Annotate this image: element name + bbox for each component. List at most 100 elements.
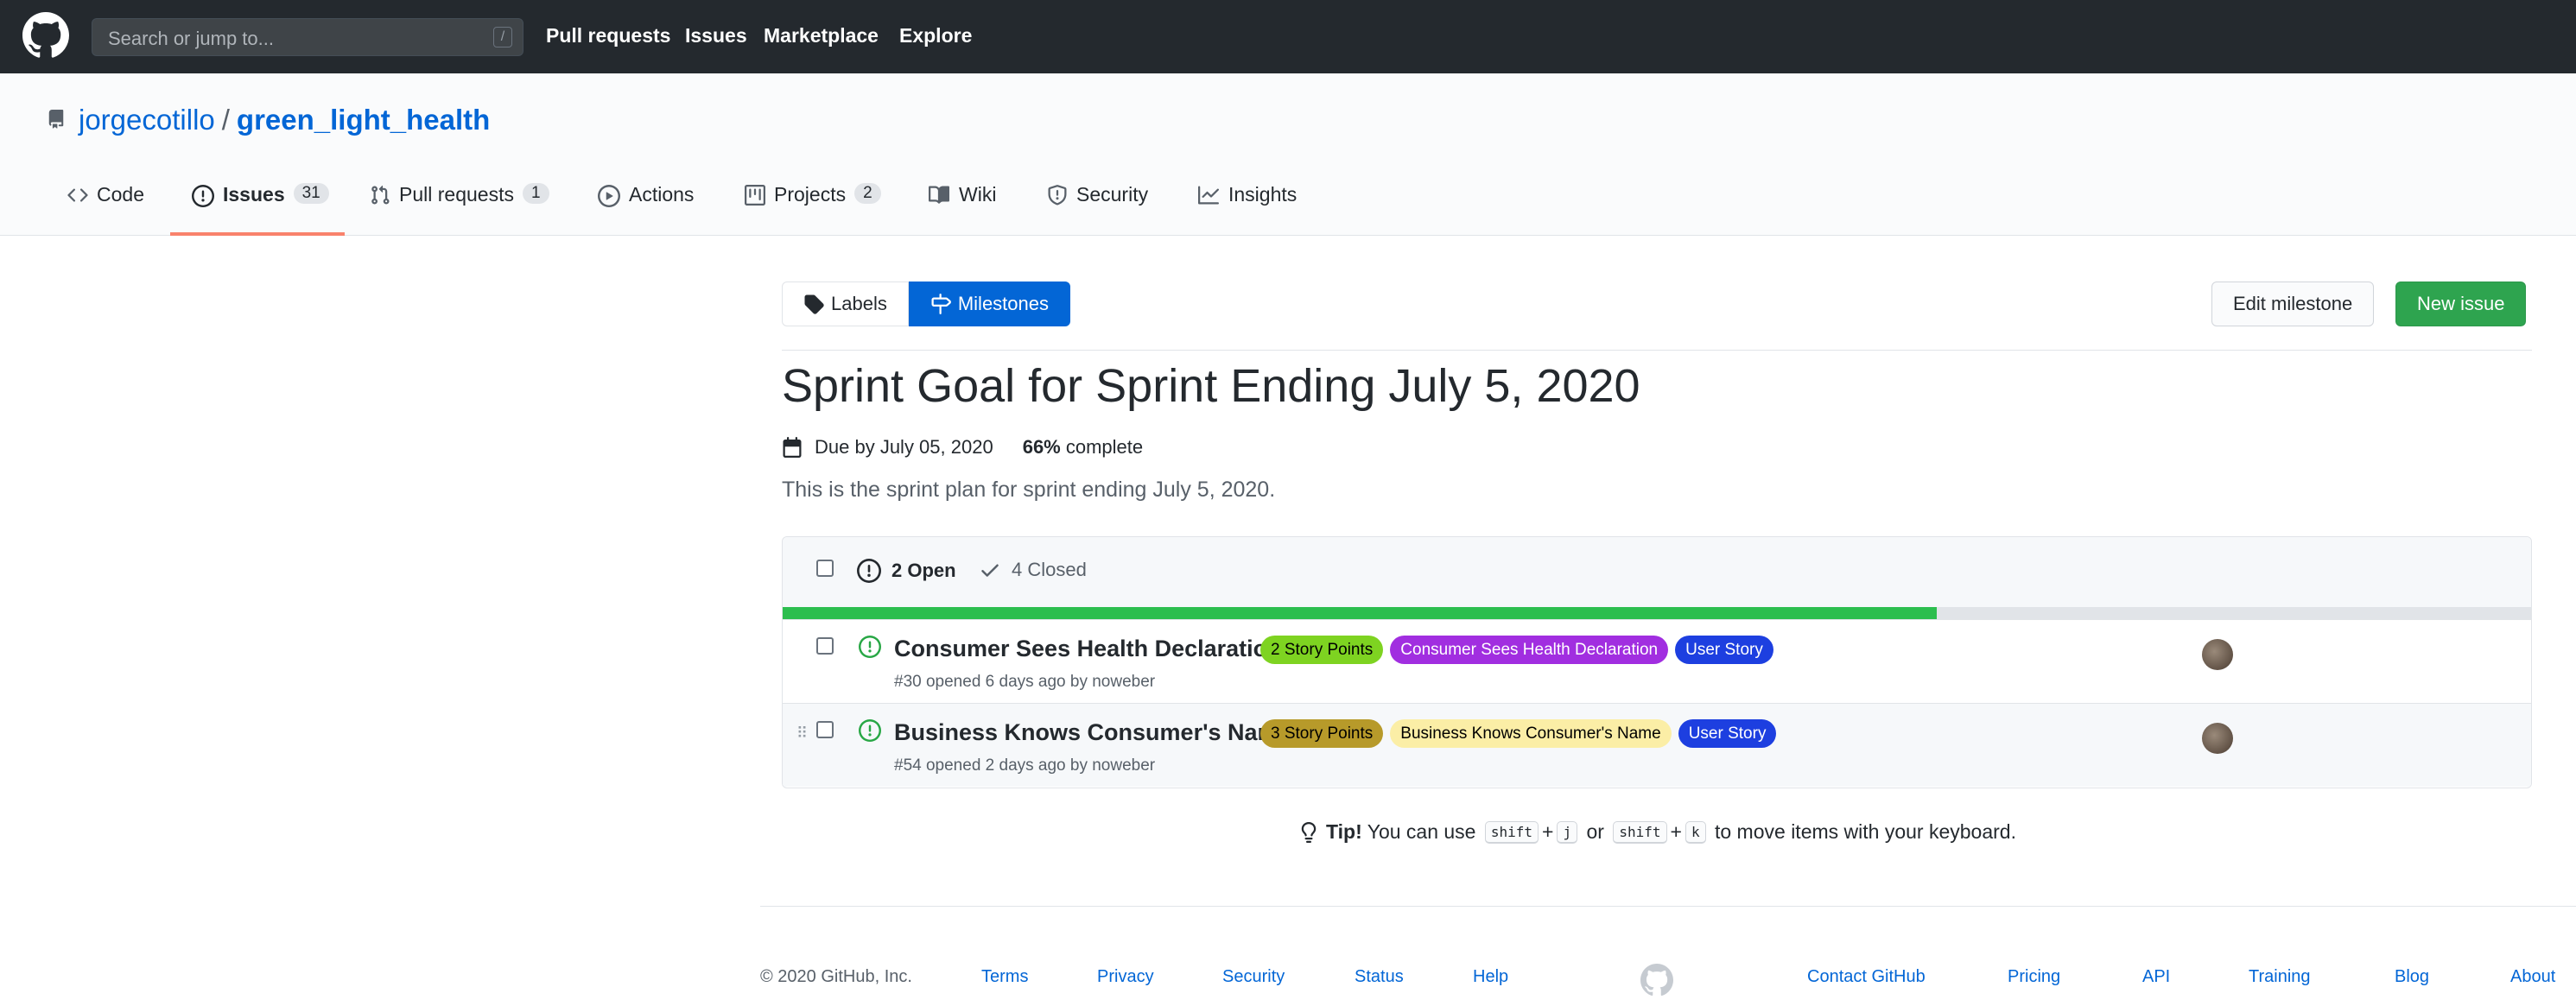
footer-link-status[interactable]: Status	[1355, 967, 1404, 987]
kbd-plus: +	[1542, 820, 1554, 843]
issues-list-header: 2 Open 4 Closed	[783, 537, 2531, 607]
labels-milestones-subnav: Labels Milestones	[782, 282, 1070, 326]
repo-icon	[48, 110, 64, 129]
issue-label[interactable]: 2 Story Points	[1260, 636, 1384, 664]
tab-pull-requests-count: 1	[522, 183, 549, 204]
issue-label[interactable]: Business Knows Consumer's Name	[1390, 719, 1672, 748]
book-icon	[929, 186, 950, 204]
tab-actions-label: Actions	[629, 183, 695, 206]
edit-milestone-button[interactable]: Edit milestone	[2211, 282, 2375, 326]
graph-icon	[1198, 186, 1219, 205]
repo-title: jorgecotillo / green_light_health	[79, 104, 490, 136]
kbd-key: j	[1557, 820, 1578, 844]
issue-row[interactable]: ⠿ Business Knows Consumer's Name 3 Story…	[783, 703, 2531, 787]
tab-actions[interactable]: Actions	[598, 183, 694, 226]
footer-link-security[interactable]: Security	[1222, 967, 1285, 987]
issue-opened-icon	[192, 185, 214, 207]
github-footer-logo-icon[interactable]	[1640, 964, 1673, 997]
milestones-link[interactable]: Milestones	[908, 282, 1070, 326]
footer-copyright: © 2020 GitHub, Inc.	[760, 967, 912, 986]
github-logo-icon[interactable]	[22, 12, 69, 59]
milestone-meta: Due by July 05, 2020 66% complete	[782, 436, 1143, 459]
repo-owner-link[interactable]: jorgecotillo	[79, 104, 215, 136]
nav-explore[interactable]: Explore	[899, 24, 972, 47]
nav-pull-requests[interactable]: Pull requests	[546, 24, 670, 47]
tab-code-label: Code	[97, 183, 144, 206]
nav-issues[interactable]: Issues	[685, 24, 747, 47]
repo-name-link[interactable]: green_light_health	[237, 104, 490, 136]
select-all-checkbox[interactable]	[816, 560, 834, 577]
issue-opened-icon	[859, 719, 881, 742]
project-icon	[745, 185, 765, 206]
tab-pull-requests[interactable]: Pull requests 1	[370, 183, 549, 226]
issue-label[interactable]: 3 Story Points	[1260, 719, 1384, 748]
tab-issues[interactable]: Issues 31	[192, 183, 329, 226]
tag-icon	[804, 294, 824, 314]
labels-label: Labels	[831, 293, 887, 314]
issue-label[interactable]: Consumer Sees Health Declaration	[1390, 636, 1669, 664]
tab-issues-label: Issues	[223, 183, 285, 206]
footer-link-privacy[interactable]: Privacy	[1097, 967, 1154, 987]
milestone-progress-bar	[783, 607, 2531, 619]
tab-security[interactable]: Security	[1047, 183, 1148, 226]
kbd-key: shift	[1484, 820, 1539, 844]
footer-link-training[interactable]: Training	[2249, 967, 2311, 987]
milestone-progress-fill	[783, 607, 1937, 619]
divider	[782, 350, 2532, 351]
issue-labels: 3 Story Points Business Knows Consumer's…	[1260, 719, 1783, 748]
footer-link-contact[interactable]: Contact GitHub	[1807, 967, 1926, 987]
issue-meta: #54 opened 2 days ago by noweber	[894, 756, 1156, 775]
issue-label[interactable]: User Story	[1675, 636, 1773, 664]
issue-checkbox[interactable]	[816, 721, 834, 738]
issue-checkbox[interactable]	[816, 637, 834, 655]
issue-label[interactable]: User Story	[1678, 719, 1777, 748]
check-icon	[981, 564, 999, 577]
milestone-icon	[931, 294, 951, 314]
drag-handle-icon[interactable]: ⠿	[796, 724, 808, 743]
tab-projects[interactable]: Projects 2	[745, 183, 881, 226]
issue-opened-icon	[857, 559, 881, 583]
milestone-description: This is the sprint plan for sprint endin…	[782, 478, 1276, 502]
labels-link[interactable]: Labels	[782, 282, 909, 326]
open-issues-filter[interactable]: 2 Open	[857, 559, 956, 583]
issue-title-link[interactable]: Business Knows Consumer's Name	[894, 719, 1291, 746]
light-bulb-icon	[1301, 821, 1317, 843]
footer-link-pricing[interactable]: Pricing	[2008, 967, 2060, 987]
tab-code[interactable]: Code	[67, 183, 144, 226]
milestone-progress: 66% complete	[1023, 436, 1143, 459]
kbd-plus: +	[1670, 820, 1682, 843]
tab-wiki[interactable]: Wiki	[928, 183, 996, 226]
global-header: Search or jump to... / Pull requests Iss…	[0, 0, 2576, 73]
search-input[interactable]: Search or jump to... /	[92, 18, 523, 56]
milestone-due-date: Due by July 05, 2020	[815, 436, 993, 458]
issue-labels: 2 Story Points Consumer Sees Health Decl…	[1260, 636, 1780, 664]
calendar-icon	[783, 437, 802, 458]
tab-insights[interactable]: Insights	[1197, 183, 1297, 226]
footer-link-terms[interactable]: Terms	[981, 967, 1028, 987]
tip-or: or	[1581, 820, 1610, 843]
keyboard-tip: Tip! You can use shift + j or shift + k to m…	[1298, 820, 2016, 844]
issue-opened-icon	[859, 636, 881, 658]
tip-text-1: You can use	[1361, 820, 1482, 843]
assignee-avatar[interactable]	[2202, 723, 2233, 754]
new-issue-button[interactable]: New issue	[2395, 282, 2527, 326]
issue-row[interactable]: Consumer Sees Health Declaration 2 Story…	[783, 619, 2531, 703]
search-placeholder: Search or jump to...	[108, 28, 274, 49]
nav-marketplace[interactable]: Marketplace	[764, 24, 879, 47]
selected-tab-indicator	[170, 232, 345, 236]
tip-bold: Tip!	[1326, 820, 1362, 843]
assignee-avatar[interactable]	[2202, 639, 2233, 670]
issue-meta: #30 opened 6 days ago by noweber	[894, 673, 1156, 691]
milestone-title: Sprint Goal for Sprint Ending July 5, 20…	[782, 360, 1640, 412]
git-pull-request-icon	[371, 185, 390, 205]
footer-link-blog[interactable]: Blog	[2395, 967, 2429, 987]
tab-issues-count: 31	[293, 183, 329, 204]
footer-link-about[interactable]: About	[2510, 967, 2555, 987]
footer-divider	[760, 906, 2576, 907]
closed-issues-filter[interactable]: 4 Closed	[979, 559, 1087, 581]
tab-pull-requests-label: Pull requests	[399, 183, 514, 206]
issue-title-link[interactable]: Consumer Sees Health Declaration	[894, 636, 1282, 662]
footer-link-api[interactable]: API	[2142, 967, 2170, 987]
milestone-percent: 66%	[1022, 436, 1061, 458]
footer-link-help[interactable]: Help	[1473, 967, 1508, 987]
